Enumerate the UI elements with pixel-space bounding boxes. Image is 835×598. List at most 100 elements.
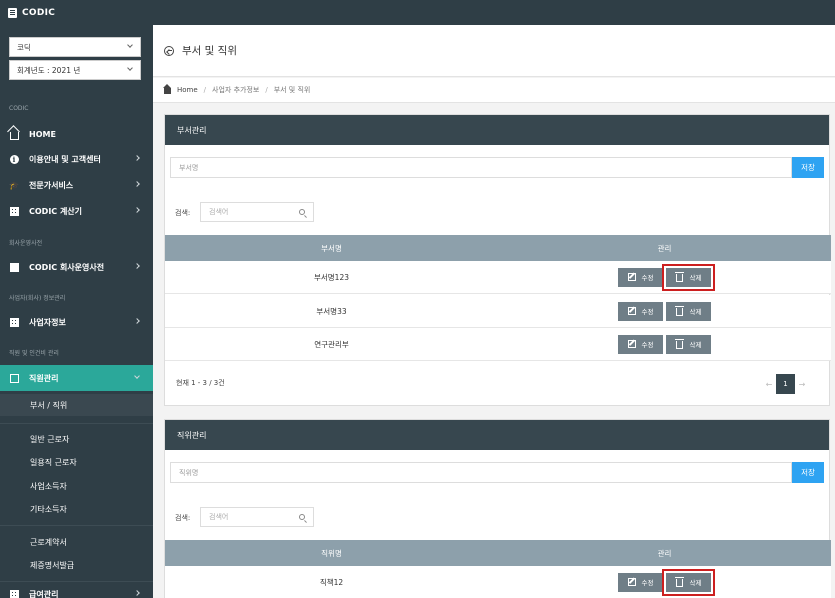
- dept-panel: 부서관리 부서명 저장 검색: 검색어 부서명 관리 부서명123 수정 삭제 …: [164, 114, 831, 406]
- dept-panel-title: 부서관리: [165, 115, 829, 145]
- pos-search-label: 검색:: [175, 514, 191, 522]
- delete-label: 삭제: [689, 274, 702, 282]
- sidebar-item-dict[interactable]: CODIC 회사운영사전: [0, 254, 153, 280]
- breadcrumb: Home / 사업자 추가정보 / 부서 및 직위: [153, 78, 835, 103]
- dept-name-cell: 부서명33: [316, 306, 347, 316]
- sidebar-item-label: CODIC 회사운영사전: [29, 262, 105, 272]
- brand-name[interactable]: CODIC: [22, 8, 55, 18]
- pos-search-placeholder: 검색어: [209, 513, 229, 521]
- section-codic: CODIC: [9, 105, 29, 112]
- sidebar-sub-biz-income[interactable]: 사업소득자: [0, 475, 153, 497]
- sidebar-item-calculator[interactable]: CODIC 계산기: [0, 198, 153, 224]
- sidebar-item-staff-mgmt[interactable]: 직원관리: [0, 365, 153, 391]
- sidebar-sub-regular[interactable]: 일반 근로자: [0, 428, 153, 450]
- page-header: 부서 및 직위: [153, 25, 835, 77]
- breadcrumb-home[interactable]: Home: [177, 86, 198, 94]
- pagination: ← 1 →: [762, 374, 809, 394]
- delete-button[interactable]: 삭제: [662, 263, 715, 291]
- company-select[interactable]: 코딕: [9, 37, 141, 57]
- book-icon: [9, 262, 19, 272]
- page-number-button[interactable]: 1: [776, 374, 795, 394]
- trash-icon: [674, 338, 684, 349]
- sidebar-item-label: 사업자정보: [29, 317, 66, 327]
- edit-icon: [627, 273, 636, 281]
- edit-button[interactable]: 수정: [618, 572, 663, 592]
- chevron-down-icon: [127, 65, 133, 71]
- dept-table-header: 부서명 관리: [165, 235, 831, 261]
- delete-label: 삭제: [689, 579, 702, 587]
- col-manage: 관리: [657, 243, 672, 253]
- edit-icon: [627, 578, 636, 586]
- sidebar-item-biz[interactable]: 사업자정보: [0, 309, 153, 335]
- divider: [0, 423, 153, 424]
- sidebar-item-label: 전문가서비스: [29, 180, 74, 190]
- dept-name-cell: 부서명123: [313, 272, 349, 282]
- chevron-right-icon: [134, 263, 140, 269]
- dept-name-input[interactable]: 부서명: [170, 157, 792, 178]
- pos-save-button[interactable]: 저장: [792, 462, 824, 483]
- edit-button[interactable]: 수정: [618, 267, 663, 287]
- dept-search-label: 검색:: [175, 209, 191, 217]
- info-icon: i: [9, 154, 19, 164]
- logo-icon: [8, 7, 17, 18]
- dept-search-input[interactable]: 검색어: [200, 202, 314, 222]
- table-row: 직책12 수정 삭제: [165, 566, 831, 598]
- sidebar-item-salary[interactable]: 급여관리: [0, 581, 153, 598]
- edit-label: 수정: [641, 274, 654, 282]
- section-staff: 직원 및 인건비 관리: [9, 350, 59, 357]
- search-icon[interactable]: [299, 209, 305, 215]
- col-manage: 관리: [657, 548, 672, 558]
- graduation-cap-icon: 🎓: [9, 180, 19, 190]
- home-icon: [9, 131, 19, 140]
- pos-panel-title: 직위관리: [165, 420, 829, 450]
- pos-search-input[interactable]: 검색어: [200, 507, 314, 527]
- delete-button[interactable]: 삭제: [666, 301, 711, 321]
- sidebar-item-label: 직원관리: [29, 373, 59, 383]
- page-title: 부서 및 직위: [182, 45, 237, 57]
- sidebar-sub-other-income[interactable]: 기타소득자: [0, 498, 153, 520]
- chevron-down-icon: [127, 42, 133, 48]
- dept-name-cell: 연구관리부: [314, 339, 349, 349]
- delete-button[interactable]: 삭제: [666, 334, 711, 354]
- delete-button[interactable]: 삭제: [662, 568, 715, 596]
- pos-panel: 직위관리 직위명 저장 검색: 검색어 직위명 관리 직책12 수정 삭제: [164, 419, 831, 598]
- sidebar-item-home[interactable]: HOME: [0, 121, 153, 147]
- next-page-button[interactable]: →: [795, 380, 809, 389]
- sidebar-sub-certificate[interactable]: 제증명서발급: [0, 554, 153, 576]
- company-select-value: 코딕: [17, 42, 31, 52]
- sidebar-item-label: CODIC 계산기: [29, 206, 83, 216]
- breadcrumb-level1[interactable]: 사업자 추가정보: [212, 85, 259, 95]
- edit-label: 수정: [641, 579, 654, 587]
- main-content: 부서 및 직위 Home / 사업자 추가정보 / 부서 및 직위 부서관리 부…: [153, 25, 835, 598]
- back-arrow-icon[interactable]: [164, 45, 174, 56]
- sidebar-item-expert[interactable]: 🎓 전문가서비스: [0, 172, 153, 198]
- salary-icon: [9, 589, 19, 598]
- edit-button[interactable]: 수정: [618, 334, 663, 354]
- sidebar-sub-dept-pos[interactable]: 부서 / 직위: [0, 394, 153, 416]
- sidebar-sub-contract[interactable]: 근로계약서: [0, 531, 153, 553]
- col-dept-name: 부서명: [321, 243, 342, 253]
- sidebar-sub-daily[interactable]: 일용직 근로자: [0, 451, 153, 473]
- edit-button[interactable]: 수정: [618, 301, 663, 321]
- year-select[interactable]: 회계년도 : 2021 년: [9, 60, 141, 80]
- section-biz-info: 사업자(회사) 정보관리: [9, 295, 66, 302]
- pos-name-input[interactable]: 직위명: [170, 462, 792, 483]
- year-select-value: 회계년도 : 2021 년: [17, 65, 81, 75]
- chevron-right-icon: [134, 318, 140, 324]
- id-card-icon: [9, 373, 19, 383]
- calculator-icon: [9, 206, 19, 216]
- table-row: 부서명33 수정 삭제: [165, 295, 831, 328]
- chevron-right-icon: [134, 155, 140, 161]
- search-icon[interactable]: [299, 514, 305, 520]
- breadcrumb-level2: 부서 및 직위: [273, 86, 311, 94]
- divider: [0, 525, 153, 526]
- trash-icon: [674, 271, 684, 282]
- sidebar-item-support[interactable]: i 이용안내 및 고객센터: [0, 146, 153, 172]
- building-icon: [9, 317, 19, 327]
- prev-page-button[interactable]: ←: [762, 380, 776, 389]
- dept-save-button[interactable]: 저장: [792, 157, 824, 178]
- paging-info: 현재 1 - 3 / 3건: [176, 379, 225, 387]
- delete-label: 삭제: [689, 341, 702, 349]
- pos-table-header: 직위명 관리: [165, 540, 831, 566]
- section-company-dict: 회사운영사전: [9, 240, 43, 247]
